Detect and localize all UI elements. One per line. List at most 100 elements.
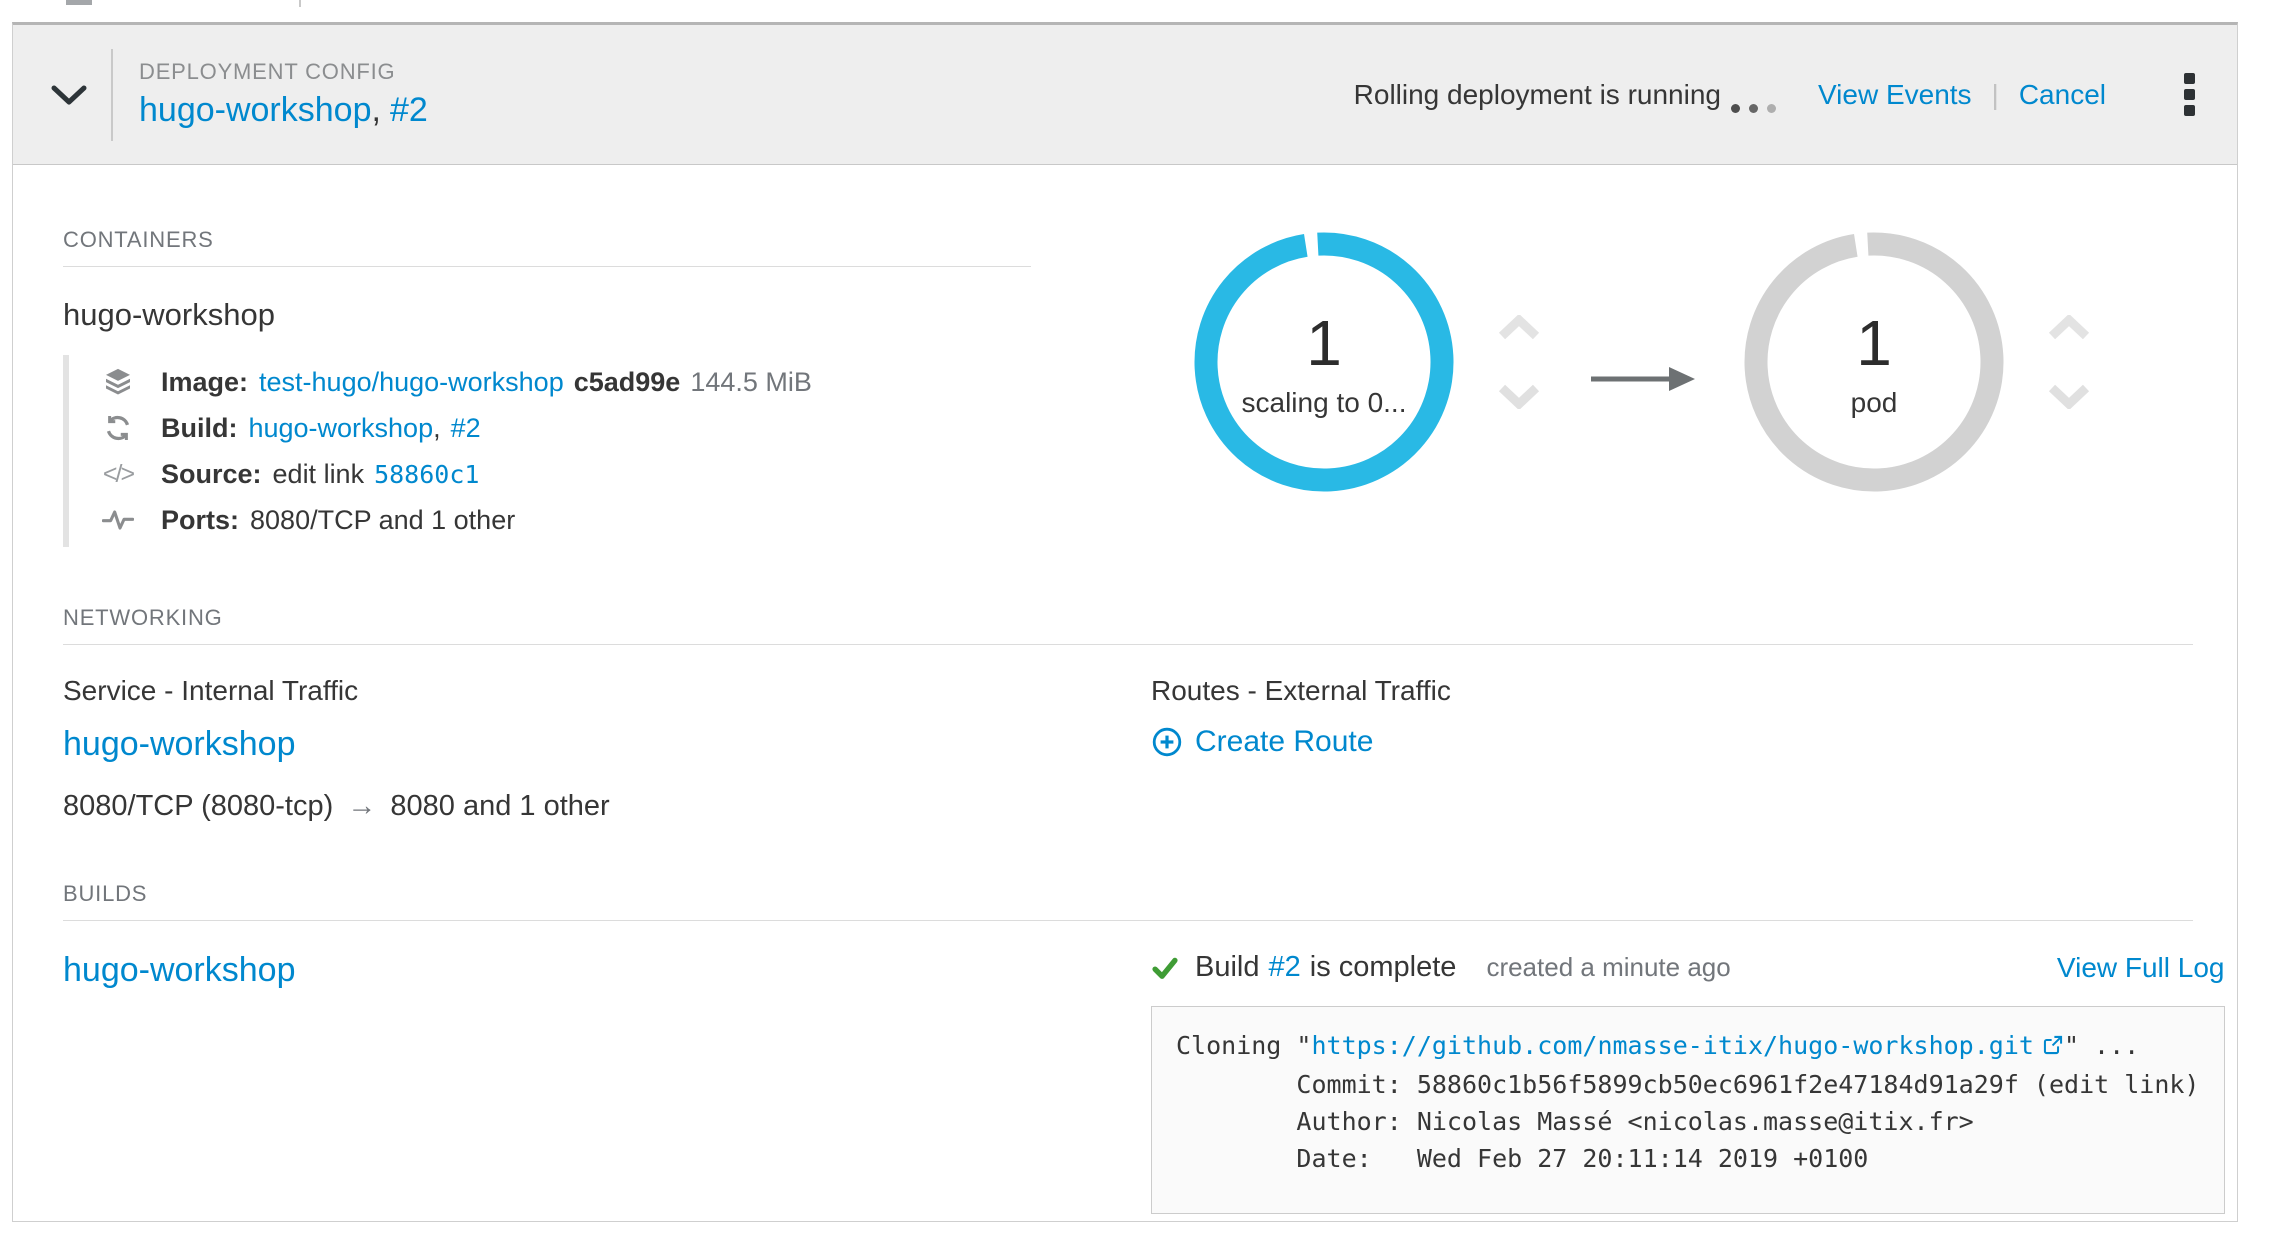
source-label: Source: [161, 459, 262, 490]
log-line1-prefix: Cloning " [1176, 1031, 1311, 1060]
rollout-arrow-icon [1587, 364, 1697, 394]
chevron-down-icon [2047, 383, 2091, 409]
build-separator: , [433, 413, 441, 444]
current-replica-label: scaling to 0... [1189, 387, 1459, 419]
kebab-menu-button[interactable] [2178, 67, 2201, 122]
chevron-up-icon [2047, 315, 2091, 341]
image-label: Image: [161, 367, 248, 398]
deployment-config-link[interactable]: hugo-workshop [139, 91, 371, 129]
build-row: Build: hugo-workshop , #2 [99, 405, 1031, 451]
ports-value: 8080/TCP and 1 other [250, 505, 515, 536]
actions-divider: | [1992, 79, 1999, 111]
target-replica-label: pod [1739, 387, 2009, 419]
clipped-icon-fragment [66, 0, 92, 5]
image-sha: c5ad99e [574, 367, 681, 398]
networking-section-label: NETWORKING [63, 605, 2193, 631]
scale-controls-target [2047, 315, 2091, 409]
port-mapping-arrow: → [341, 790, 382, 822]
build-log-snippet: Cloning "https://github.com/nmasse-itix/… [1151, 1006, 2225, 1214]
image-stream-link[interactable]: test-hugo/hugo-workshop [259, 367, 564, 398]
panel-body: CONTAINERS hugo-workshop Image: [13, 165, 2237, 1214]
target-replica-count: 1 [1739, 311, 2009, 375]
build-number-link[interactable]: #2 [451, 413, 481, 444]
target-donut: 1 pod [1739, 227, 2009, 497]
plus-circle-icon [1151, 726, 1183, 758]
networking-section-head: NETWORKING [63, 605, 2193, 645]
scale-down-button[interactable] [1497, 383, 1541, 409]
container-name: hugo-workshop [63, 297, 1031, 333]
refresh-icon [99, 413, 137, 443]
header-divider [111, 49, 113, 141]
title-block: DEPLOYMENT CONFIG hugo-workshop, #2 [139, 59, 428, 129]
scale-up-button[interactable] [1497, 315, 1541, 341]
git-repo-url: https://github.com/nmasse-itix/hugo-work… [1311, 1031, 2033, 1060]
deployment-revision-link[interactable]: #2 [390, 91, 428, 129]
build-config-link[interactable]: hugo-workshop [63, 951, 295, 989]
ports-row: Ports: 8080/TCP and 1 other [99, 497, 1031, 543]
ports-label: Ports: [161, 505, 239, 536]
containers-section: CONTAINERS hugo-workshop Image: [63, 227, 1031, 547]
deployment-status-text: Rolling deployment is running [1354, 79, 1721, 111]
pulse-icon [99, 507, 137, 533]
builds-rule [63, 920, 2193, 921]
image-row: Image: test-hugo/hugo-workshop c5ad99e 1… [99, 359, 1031, 405]
build-age: created a minute ago [1486, 952, 1730, 983]
scale-up-button[interactable] [2047, 315, 2091, 341]
service-block: Service - Internal Traffic hugo-workshop… [63, 675, 1151, 823]
build-label: Build: [161, 413, 237, 444]
overview-row: CONTAINERS hugo-workshop Image: [63, 227, 2193, 547]
build-status-row: Build #2 is complete created a minute ag… [1151, 951, 2225, 984]
deployment-config-panel: DEPLOYMENT CONFIG hugo-workshop, #2 Rolli… [12, 22, 2238, 1222]
header-actions: Rolling deployment is running View Event… [1354, 67, 2201, 122]
build-number-link[interactable]: #2 [1269, 951, 1301, 984]
build-word: Build [1195, 951, 1260, 984]
git-repo-link[interactable]: https://github.com/nmasse-itix/hugo-work… [1311, 1031, 2063, 1060]
source-commit-link[interactable]: 58860c1 [374, 460, 479, 489]
image-size: 144.5 MiB [690, 367, 812, 398]
view-events-link[interactable]: View Events [1818, 79, 1972, 111]
create-route-link[interactable]: Create Route [1151, 725, 1373, 759]
view-full-log-link[interactable]: View Full Log [2057, 952, 2225, 984]
builds-section-head: BUILDS [63, 881, 2193, 921]
builds-section-label: BUILDS [63, 881, 2193, 907]
resource-kind-label: DEPLOYMENT CONFIG [139, 59, 428, 85]
previous-row-clipped [0, 0, 2272, 8]
build-status-suffix: is complete [1310, 951, 1457, 984]
scale-down-button[interactable] [2047, 383, 2091, 409]
scale-controls-current [1497, 315, 1541, 409]
build-config-link[interactable]: hugo-workshop [248, 413, 433, 444]
routes-block: Routes - External Traffic Create Route [1151, 675, 2193, 823]
service-port-from: 8080/TCP (8080-tcp) [63, 790, 333, 822]
service-port-to: 8080 and 1 other [390, 790, 609, 822]
log-line3: Author: Nicolas Massé <nicolas.masse@iti… [1176, 1107, 1974, 1136]
log-line4: Date: Wed Feb 27 20:11:14 2019 +0100 [1176, 1144, 1868, 1173]
deployment-donut: 1 scaling to 0... [1189, 227, 1459, 497]
clipped-divider-fragment [299, 0, 301, 7]
source-row: </> Source: edit link 58860c1 [99, 451, 1031, 497]
current-replica-count: 1 [1189, 311, 1459, 375]
chevron-down-icon [50, 84, 88, 106]
service-link[interactable]: hugo-workshop [63, 725, 295, 763]
collapse-chevron-icon[interactable] [47, 84, 91, 106]
networking-row: Service - Internal Traffic hugo-workshop… [63, 675, 2193, 823]
chevron-up-icon [1497, 315, 1541, 341]
loading-ellipsis-icon [1731, 104, 1776, 113]
external-link-icon [2042, 1029, 2064, 1066]
service-heading: Service - Internal Traffic [63, 675, 1151, 707]
container-detail-list: Image: test-hugo/hugo-workshop c5ad99e 1… [63, 355, 1031, 547]
panel-header: DEPLOYMENT CONFIG hugo-workshop, #2 Rolli… [13, 25, 2237, 165]
layers-icon [99, 366, 137, 398]
chevron-down-icon [1497, 383, 1541, 409]
build-detail-block: Build #2 is complete created a minute ag… [1151, 951, 2225, 1214]
log-line1-suffix: " ... [2064, 1031, 2139, 1060]
scaling-area: 1 scaling to 0... [1031, 227, 2193, 497]
page-title: hugo-workshop, #2 [139, 92, 428, 129]
cancel-deployment-link[interactable]: Cancel [2019, 79, 2106, 111]
create-route-label: Create Route [1195, 725, 1373, 759]
code-icon: </> [99, 460, 137, 489]
title-separator: , [371, 91, 380, 129]
scaling-donuts: 1 scaling to 0... [1189, 227, 2091, 497]
service-ports-line: 8080/TCP (8080-tcp) → 8080 and 1 other [63, 790, 1151, 823]
networking-rule [63, 644, 2193, 645]
check-icon [1151, 954, 1179, 982]
